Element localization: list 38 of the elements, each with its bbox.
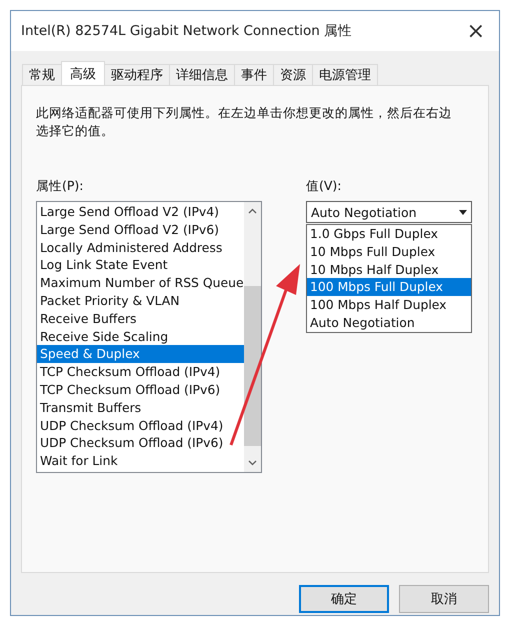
ok-button[interactable]: 确定 — [299, 585, 389, 613]
dropdown-option[interactable]: 100 Mbps Half Duplex — [307, 296, 471, 314]
property-item[interactable]: Locally Administered Address — [37, 238, 244, 256]
value-dropdown[interactable]: Auto Negotiation — [306, 201, 472, 223]
property-item[interactable]: UDP Checksum Offload (IPv4) — [37, 416, 244, 434]
dropdown-option[interactable]: 1.0 Gbps Full Duplex — [307, 225, 471, 243]
close-button[interactable]: × — [462, 18, 489, 44]
property-item[interactable]: UDP Checksum Offload (IPv6) — [37, 434, 244, 452]
property-item[interactable]: Wait for Link — [37, 452, 244, 470]
property-item[interactable]: Receive Buffers — [37, 310, 244, 328]
property-item[interactable]: Transmit Buffers — [37, 398, 244, 417]
scrollbar-thumb[interactable] — [244, 286, 261, 446]
dropdown-option[interactable]: Auto Negotiation — [307, 314, 471, 332]
property-item[interactable]: Speed & Duplex — [37, 345, 244, 364]
property-item[interactable]: Log Link State Event — [37, 256, 244, 274]
property-item[interactable]: Large Send Offload V2 (IPv6) — [37, 220, 244, 239]
tab[interactable]: 高级 — [61, 61, 105, 85]
property-item[interactable]: TCP Checksum Offload (IPv6) — [37, 380, 244, 399]
tab[interactable]: 电源管理 — [312, 64, 378, 85]
dropdown-option[interactable]: 100 Mbps Full Duplex — [307, 278, 471, 296]
property-item[interactable]: TCP Checksum Offload (IPv4) — [37, 363, 244, 381]
scrollbar[interactable] — [244, 202, 261, 472]
property-label: 属性(P): — [36, 178, 85, 195]
scroll-up-icon[interactable] — [248, 208, 257, 214]
dropdown-arrow-icon — [459, 210, 467, 214]
property-item[interactable]: Packet Priority & VLAN — [37, 292, 244, 310]
value-label: 值(V): — [306, 178, 343, 195]
dropdown-option[interactable]: 10 Mbps Half Duplex — [307, 260, 471, 278]
property-list[interactable] — [36, 201, 262, 473]
cancel-button[interactable]: 取消 — [399, 585, 489, 613]
window-title: Intel(R) 82574L Gigabit Network Connection 属性 — [21, 22, 352, 40]
property-item[interactable]: Maximum Number of RSS Queue — [37, 274, 244, 292]
dropdown-option[interactable]: 10 Mbps Full Duplex — [307, 242, 471, 261]
tab[interactable]: 常规 — [22, 64, 62, 85]
description-text: 此网络适配器可使用下列属性。在左边单击你想更改的属性，然后在右边选择它的值。 — [36, 104, 453, 140]
property-item[interactable]: Large Send Offload V2 (IPv4) — [37, 203, 244, 221]
property-item[interactable]: Receive Side Scaling — [37, 328, 244, 346]
scroll-down-icon[interactable] — [248, 460, 257, 466]
